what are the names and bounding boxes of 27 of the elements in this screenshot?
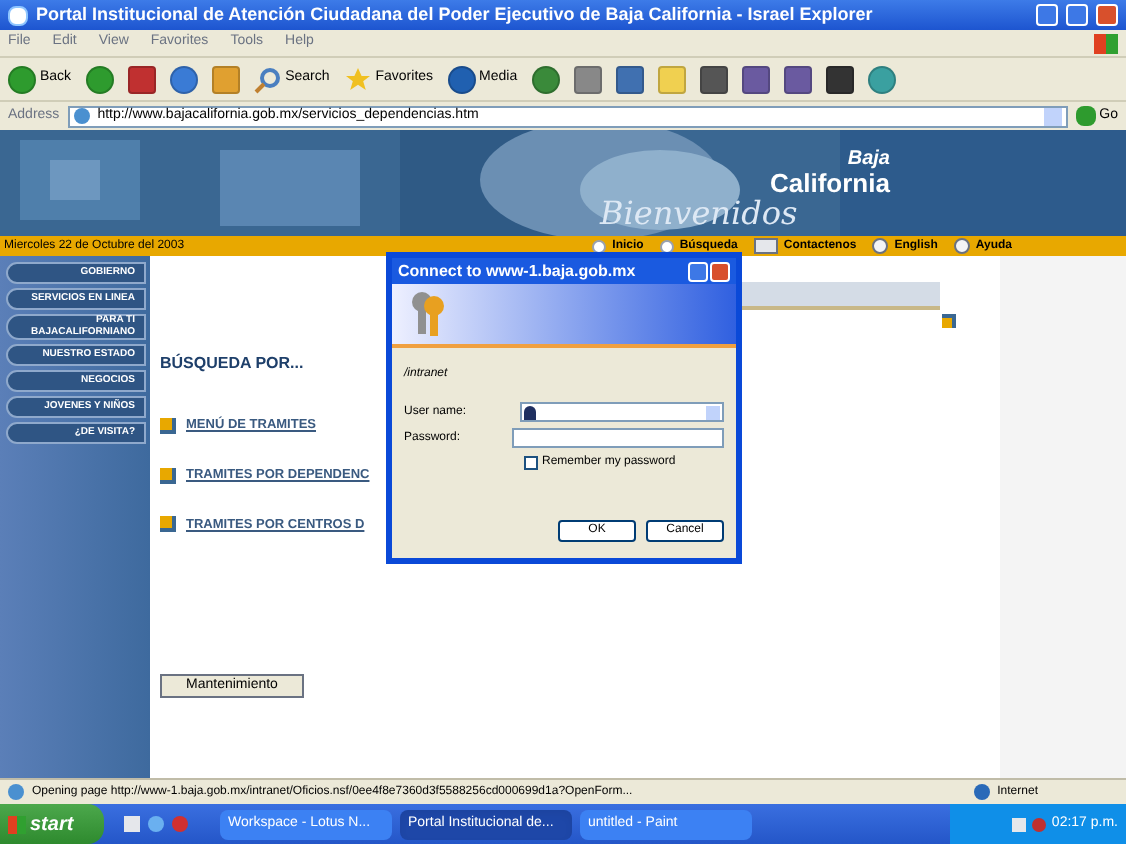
radio-icon (659, 239, 674, 253)
bullet-icon (160, 516, 176, 533)
envelope-icon (753, 238, 778, 254)
bullet-icon (160, 417, 176, 434)
checkbox[interactable] (524, 456, 538, 470)
dropdown-icon[interactable] (1043, 107, 1062, 125)
logo-text: California (770, 170, 890, 196)
username-field[interactable] (519, 402, 724, 422)
close-button[interactable] (710, 261, 730, 281)
help-button[interactable] (688, 261, 708, 281)
bullet-icon (160, 467, 176, 484)
dialog-title: Connect to www-1.baja.gob.mx (398, 259, 638, 283)
user-icon (523, 405, 536, 419)
start-button[interactable]: start (0, 804, 104, 844)
password-field[interactable] (512, 428, 724, 448)
logo-text: Baja (847, 150, 890, 170)
windows-logo-icon (1094, 33, 1118, 53)
section-heading: BÚSQUEDA POR... (160, 352, 304, 376)
keys-icon (408, 290, 448, 338)
window-title: Portal Institucional de Atención Ciudadana del Poder Ejecutivo de Baja California - Israel Explorer (36, 1, 875, 28)
maximize-button[interactable] (1066, 4, 1088, 26)
square-icon (942, 314, 956, 328)
search-icon (253, 65, 282, 93)
close-button[interactable] (1096, 4, 1118, 26)
star-icon (343, 65, 372, 93)
radio-icon (592, 239, 607, 253)
minimize-button[interactable] (1036, 4, 1058, 26)
